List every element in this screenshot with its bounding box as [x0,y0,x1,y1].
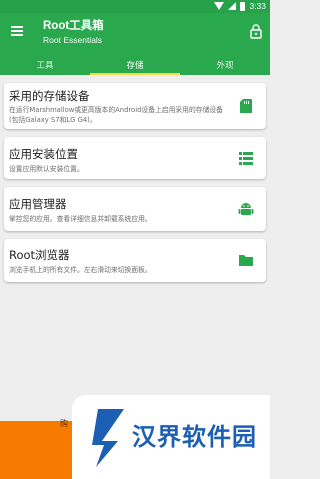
lock-icon[interactable] [250,24,262,39]
watermark-text: 汉界软件园 [132,423,257,451]
folder-icon [239,255,253,266]
card-title: 应用安装位置 [9,147,78,161]
menu-icon[interactable] [11,26,23,36]
sd-card-icon [240,99,252,113]
list-icon [239,152,253,165]
buy-label: 购 [60,419,68,428]
app-bar: Root工具箱 Root Essentials [0,13,270,53]
watermark: 汉界软件园 [72,395,270,479]
status-bar: 3:33 [0,0,270,13]
card-description: 设置应用默认安装位置。 [9,165,84,173]
android-icon [238,203,254,215]
tab-storage[interactable]: 存储 [90,53,180,75]
card-root-browser[interactable]: Root浏览器 浏览手机上的所有文件。左右滑动来切换面板。 [4,239,266,282]
card-description: 浏览手机上的所有文件。左右滑动来切换面板。 [9,266,152,274]
card-adoptable-storage[interactable]: 采用的存储设备 在运行Marshmallow或更高版本的Android设备上启用… [4,83,266,129]
wifi-icon [214,2,225,10]
battery-icon [240,1,246,11]
card-title: Root浏览器 [9,248,70,262]
app-title: Root工具箱 [43,20,104,32]
tab-bar: 工具 存储 外观 [0,53,270,75]
card-description: 掌控您的应用。查看详细信息并卸载系统应用。 [9,215,152,223]
card-title: 采用的存储设备 [9,89,90,103]
card-install-location[interactable]: 应用安装位置 设置应用默认安装位置。 [4,137,266,179]
card-app-manager[interactable]: 应用管理器 掌控您的应用。查看详细信息并卸载系统应用。 [4,187,266,231]
tab-tools[interactable]: 工具 [0,53,90,75]
watermark-logo-icon [92,409,124,467]
app-subtitle: Root Essentials [43,35,103,45]
tab-appearance[interactable]: 外观 [180,53,270,75]
card-description: 在运行Marshmallow或更高版本的Android设备上启用采用的存储设备 … [9,106,223,124]
signal-icon [228,2,237,10]
status-time: 3:33 [249,1,266,11]
card-title: 应用管理器 [9,197,67,211]
